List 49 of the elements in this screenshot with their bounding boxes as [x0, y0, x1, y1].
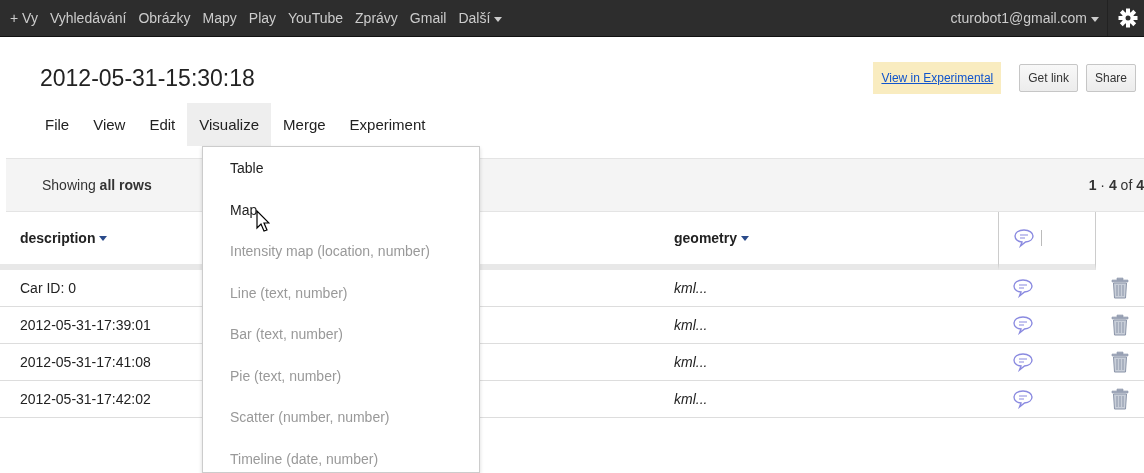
action-button[interactable]: Get link: [1019, 64, 1078, 92]
trash-icon[interactable]: [1110, 277, 1130, 299]
document-title: 2012-05-31-15:30:18: [40, 64, 256, 92]
comment-icon[interactable]: [1013, 228, 1035, 248]
nav-link[interactable]: + Vy: [10, 10, 38, 26]
menu-item[interactable]: Merge: [271, 103, 338, 146]
column-header[interactable]: geometry: [674, 230, 738, 246]
table-cell: 2012-05-31-17:42:02: [20, 391, 151, 407]
comment-icon[interactable]: [1012, 278, 1034, 298]
nav-link[interactable]: Mapy: [202, 10, 237, 26]
table-cell: Car ID: 0: [20, 280, 76, 296]
nav-link[interactable]: Vyhledávání: [49, 10, 127, 26]
menu-item[interactable]: Experiment: [337, 103, 438, 146]
account-menu[interactable]: cturobot1@gmail.com: [950, 10, 1099, 26]
action-button[interactable]: Share: [1085, 64, 1136, 92]
column-header[interactable]: description: [20, 230, 96, 246]
menu-item[interactable]: File: [33, 103, 82, 146]
nav-link[interactable]: YouTube: [288, 10, 344, 26]
table-cell: kml...: [674, 317, 708, 333]
nav-link[interactable]: Gmail: [409, 10, 447, 26]
caret-icon: [741, 235, 750, 241]
menu-item[interactable]: View: [81, 103, 138, 146]
table-cell: kml...: [674, 280, 708, 296]
table-cell: 2012-05-31-17:39:01: [20, 317, 151, 333]
table-cell: kml...: [674, 391, 708, 407]
rows-filter-label: Showing all rows: [42, 177, 152, 193]
cursor-icon: [256, 210, 270, 232]
nav-link[interactable]: Obrázky: [138, 10, 191, 26]
nav-link[interactable]: Zprávy: [355, 10, 398, 26]
experimental-link[interactable]: View in Experimental: [873, 62, 1002, 94]
caret-icon: [99, 235, 108, 241]
comment-icon[interactable]: [1012, 389, 1034, 409]
settings-icon[interactable]: [1118, 8, 1138, 28]
menu-item[interactable]: Edit: [137, 103, 188, 146]
trash-icon[interactable]: [1110, 314, 1130, 336]
trash-icon[interactable]: [1110, 351, 1130, 373]
table-cell: 2012-05-31-17:41:08: [20, 354, 151, 370]
nav-link[interactable]: Play: [248, 10, 277, 26]
table-cell: kml...: [674, 354, 708, 370]
menu-item[interactable]: Visualize: [187, 103, 272, 146]
row-count: 1 · 4 of 4: [1088, 177, 1144, 193]
caret-icon: [494, 16, 503, 22]
dropdown-item[interactable]: Table: [203, 151, 479, 193]
caret-icon: [1091, 16, 1099, 22]
more-menu[interactable]: Další: [458, 10, 503, 26]
dropdown-item[interactable]: Map: [203, 192, 479, 234]
comment-icon[interactable]: [1012, 315, 1034, 335]
trash-icon[interactable]: [1110, 388, 1130, 410]
comment-icon[interactable]: [1012, 352, 1034, 372]
